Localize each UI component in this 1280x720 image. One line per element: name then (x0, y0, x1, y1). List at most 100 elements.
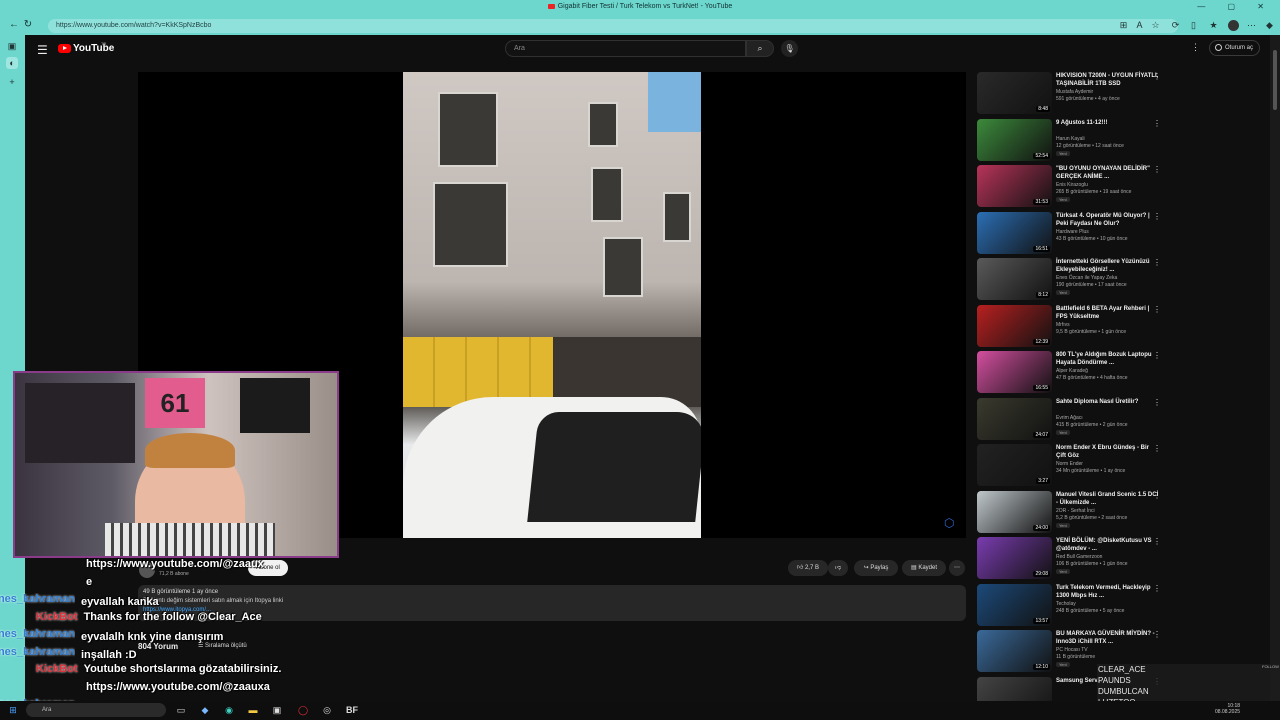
rec-more-icon[interactable]: ⋮ (1153, 351, 1161, 360)
youtube-logo-icon[interactable] (58, 44, 71, 53)
favorite-star-icon[interactable]: ☆ (1150, 20, 1161, 31)
search-icon[interactable]: ⌕ (746, 40, 774, 57)
rec-title[interactable]: Turk Telekom Vermedi, Hackleyip 1300 Mbp… (1056, 584, 1160, 600)
refresh-extension-icon[interactable]: ⟳ (1170, 20, 1181, 31)
recommendation-item[interactable]: 16:51 Türksat 4. Operatör Mü Oluyor? | Pe… (977, 211, 1177, 258)
rec-channel[interactable]: Alper Karadeğ (1056, 368, 1088, 374)
reader-icon[interactable]: A (1134, 20, 1145, 31)
rec-more-icon[interactable]: ⋮ (1153, 444, 1161, 453)
rec-title[interactable]: 9 Ağustos 11-12!!! (1056, 119, 1160, 127)
hamburger-menu-icon[interactable]: ☰ (37, 43, 48, 57)
rec-title[interactable]: İnternetteki Görsellere Yüzünüzü Ekleyeb… (1056, 258, 1160, 274)
rec-more-icon[interactable]: ⋮ (1153, 119, 1161, 128)
rec-more-icon[interactable]: ⋮ (1153, 212, 1161, 221)
task-view-icon[interactable]: ▭ (174, 703, 188, 717)
rec-channel[interactable]: Norm Ender (1056, 461, 1083, 467)
rec-channel[interactable]: Enis Kirazoglu (1056, 182, 1088, 188)
rec-title[interactable]: Sahte Diploma Nasıl Üretilir? (1056, 398, 1160, 406)
recommendation-item[interactable]: 3:27 Norm Ender X Ebru Gündeş - Bir Çift … (977, 444, 1177, 490)
rec-title[interactable]: Battlefield 6 BETA Ayar Rehberi | FPS Yü… (1056, 305, 1160, 321)
rec-title[interactable]: Türksat 4. Operatör Mü Oluyor? | Peki Fa… (1056, 212, 1160, 228)
rec-more-icon[interactable]: ⋮ (1153, 258, 1161, 267)
rec-channel[interactable]: Harun Kayali (1056, 136, 1085, 142)
rec-title[interactable]: Norm Ender X Ebru Gündeş - Bir Çift Göz (1056, 444, 1160, 460)
video-thumbnail[interactable]: 24:07 (977, 397, 1052, 440)
rec-more-icon[interactable]: ⋮ (1153, 630, 1161, 639)
scrollbar-thumb[interactable] (1273, 50, 1277, 110)
video-thumbnail[interactable]: 16:51 (977, 211, 1052, 254)
rec-channel[interactable]: Hardware Plus (1056, 229, 1089, 235)
video-thumbnail[interactable]: 8:48 (977, 72, 1052, 114)
recommendation-item[interactable]: 12:39 Battlefield 6 BETA Ayar Rehberi | F… (977, 304, 1177, 351)
new-tab-icon[interactable]: + (6, 76, 18, 88)
edge-icon[interactable]: ◉ (222, 703, 236, 717)
rec-title[interactable]: Manuel Vitesli Grand Scenic 1.5 DCİ - Ül… (1056, 491, 1160, 507)
rec-more-icon[interactable]: ⋮ (1153, 491, 1161, 500)
search-input[interactable]: Ara (505, 40, 746, 57)
recommendation-item[interactable]: 29:08 YENİ BÖLÜM: @DisketKutusu VS @atömd… (977, 537, 1177, 583)
tab-actions-icon[interactable]: ▣ (6, 40, 18, 52)
rec-more-icon[interactable]: ⋮ (1153, 537, 1161, 546)
favorites-icon[interactable]: ★ (1208, 20, 1219, 31)
recommendation-item[interactable]: 8:48 HIKVISION T200N - UYGUN FİYATLI, TAŞ… (977, 72, 1177, 118)
copilot-icon[interactable]: ◆ (1264, 20, 1275, 31)
rec-title[interactable]: "BU OYUNU OYNAYAN DELİDİR" GERÇEK ANİME … (1056, 165, 1160, 181)
opera-icon[interactable]: ◯ (296, 703, 310, 717)
window-controls[interactable]: — ▢ ✕ (1197, 2, 1274, 11)
rec-channel[interactable]: Techolay (1056, 601, 1076, 607)
youtube-logo-text[interactable]: YouTube (73, 43, 114, 54)
video-thumbnail[interactable]: 29:08 (977, 537, 1052, 579)
store-icon[interactable]: ▣ (270, 703, 284, 717)
back-icon[interactable]: ← (8, 19, 20, 31)
more-actions-button[interactable]: ⋯ (949, 560, 965, 576)
recommendation-item[interactable]: 24:07 Sahte Diploma Nasıl Üretilir? Evrim … (977, 397, 1177, 444)
rec-more-icon[interactable]: ⋮ (1153, 398, 1161, 407)
rec-more-icon[interactable]: ⋮ (1153, 165, 1161, 174)
more-icon[interactable]: ⋯ (1246, 20, 1257, 31)
signin-button[interactable]: Oturum aç (1209, 40, 1260, 56)
rec-channel[interactable]: PC Hocası TV (1056, 647, 1088, 653)
video-thumbnail[interactable]: 31:53 (977, 165, 1052, 207)
rec-channel[interactable]: Evrim Ağacı (1056, 415, 1083, 421)
rec-title[interactable]: YENİ BÖLÜM: @DisketKutusu VS @atömdev - … (1056, 537, 1160, 553)
rec-channel[interactable]: 2OR - Serhat İnci (1056, 508, 1095, 514)
rec-channel[interactable]: Enes Özcan ile Yapay Zeka (1056, 275, 1117, 281)
recommendation-item[interactable]: 31:53 "BU OYUNU OYNAYAN DELİDİR" GERÇEK A… (977, 165, 1177, 211)
active-tab-icon[interactable]: ◐ (6, 57, 18, 69)
video-frame[interactable] (403, 72, 701, 538)
rec-channel[interactable]: Mrfıvs (1056, 322, 1070, 328)
like-button[interactable]: 👍︎ 2,7 B (788, 560, 828, 576)
obs-icon[interactable]: ◎ (320, 703, 334, 717)
page-scrollbar[interactable] (1270, 35, 1280, 701)
share-button[interactable]: ↪ Paylaş (854, 560, 898, 576)
settings-kebab-icon[interactable]: ⋮ (1191, 42, 1200, 53)
tab-title[interactable]: Gigabit Fiber Testi / Turk Telekom vs Tu… (0, 3, 1280, 10)
recommendation-item[interactable]: 13:57 Turk Telekom Vermedi, Hackleyip 130… (977, 583, 1177, 630)
video-thumbnail[interactable]: 12:39 (977, 304, 1052, 347)
battlefield-icon[interactable]: BF (345, 703, 359, 717)
video-thumbnail[interactable]: 13:57 (977, 583, 1052, 626)
profile-avatar[interactable] (1228, 20, 1239, 31)
rec-more-icon[interactable]: ⋮ (1153, 305, 1161, 314)
rec-more-icon[interactable]: ⋮ (1153, 72, 1161, 81)
rec-title[interactable]: BU MARKAYA GÜVENİR MİYDİN? - Inno3D iChi… (1056, 630, 1160, 646)
start-icon[interactable]: ⊞ (6, 703, 20, 717)
file-explorer-icon[interactable]: ▬ (246, 703, 260, 717)
dislike-button[interactable]: 👎︎ (828, 560, 848, 576)
microphone-icon[interactable]: 🎙 (781, 40, 798, 57)
rec-channel[interactable]: Red Bull Gamerzoon (1056, 554, 1102, 560)
video-thumbnail[interactable]: 3:27 (977, 444, 1052, 486)
rec-more-icon[interactable]: ⋮ (1153, 584, 1161, 593)
recommendation-item[interactable]: 16:55 800 TL'ye Aldığım Bozuk Laptopu Hay… (977, 351, 1177, 397)
video-thumbnail[interactable]: 12:10 (977, 630, 1052, 672)
recommendation-item[interactable]: 52:54 9 Ağustos 11-12!!! Harun Kayali 12 gö… (977, 118, 1177, 165)
taskbar-search[interactable]: Ara (26, 703, 166, 717)
video-thumbnail[interactable]: 8:12 (977, 258, 1052, 300)
install-app-icon[interactable]: ⊞ (1118, 20, 1129, 31)
rec-channel[interactable]: Mustafa Aydemir (1056, 89, 1093, 95)
video-thumbnail[interactable]: 16:55 (977, 351, 1052, 393)
save-button[interactable]: ▤ Kaydet (902, 560, 946, 576)
recommendation-item[interactable]: 8:12 İnternetteki Görsellere Yüzünüzü Ekl… (977, 258, 1177, 304)
reload-icon[interactable]: ↻ (22, 19, 34, 31)
rec-title[interactable]: HIKVISION T200N - UYGUN FİYATLI, TAŞINAB… (1056, 72, 1160, 88)
